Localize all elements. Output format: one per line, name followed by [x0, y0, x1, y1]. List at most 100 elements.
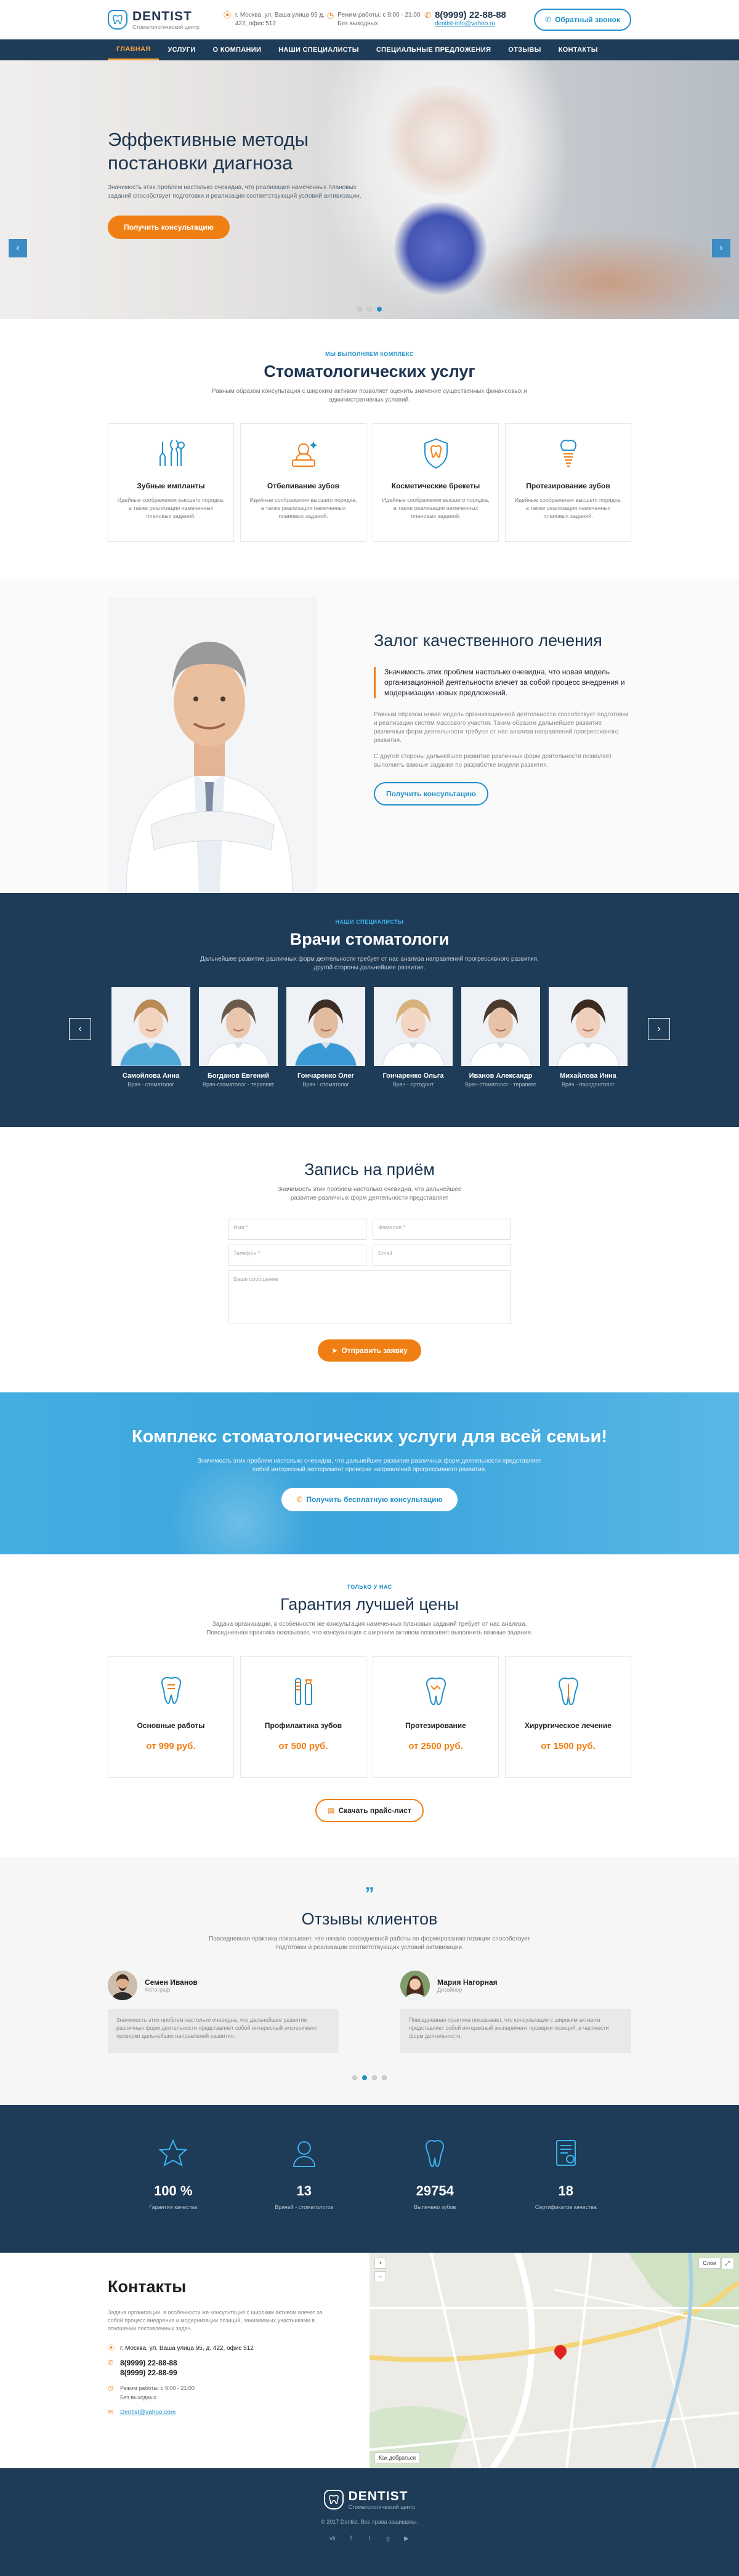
email-field[interactable]: Email	[373, 1245, 511, 1266]
review-dot[interactable]	[372, 2075, 377, 2080]
youtube-icon[interactable]: ▶	[402, 2534, 411, 2543]
footer-logo-subtitle: Стоматологический центр	[348, 2504, 416, 2510]
quality-section: Залог качественного лечения Значимость э…	[0, 579, 739, 893]
service-card-braces[interactable]: Косметические брекеты Идейные соображени…	[373, 423, 499, 542]
map-route-link[interactable]: Как добраться	[374, 2452, 421, 2463]
price-card[interactable]: Протезирование от 2500 руб.	[373, 1656, 499, 1778]
review-item: Мария Нагорная Дизайнер Повседневная прак…	[400, 1971, 631, 2053]
doctors-title: Врачи стоматологи	[289, 930, 450, 948]
hero-dot-active[interactable]	[377, 307, 382, 312]
price-value: от 1500 руб.	[541, 1741, 596, 1751]
callback-button[interactable]: ✆ Обратный звонок	[534, 9, 631, 31]
name-field[interactable]: Имя *	[228, 1219, 366, 1240]
footer-logo[interactable]: DENTIST Стоматологический центр	[323, 2489, 416, 2510]
map-zoom-in-button[interactable]: +	[374, 2258, 387, 2269]
map[interactable]: + − Слои ⤢ Как добраться	[370, 2253, 739, 2468]
price-title: Хирургическое лечение	[525, 1721, 612, 1730]
price-title: Протезирование	[405, 1721, 466, 1730]
stat-item: 13 Врачей - стоматологов	[239, 2138, 370, 2210]
contacts-phone-2[interactable]: 8(9999) 22-88-99	[120, 2368, 177, 2377]
phone-icon: ✆	[424, 10, 431, 20]
price-card[interactable]: Основные работы от 999 руб.	[108, 1656, 234, 1778]
nav-item-contacts[interactable]: КОНТАКТЫ	[550, 39, 607, 60]
nav-item-services[interactable]: УСЛУГИ	[159, 39, 204, 60]
map-fullscreen-icon[interactable]: ⤢	[721, 2258, 734, 2269]
reviews-pagination	[108, 2075, 631, 2080]
doctor-role: Врач - пародонтолог	[562, 1081, 615, 1088]
service-card-whitening[interactable]: Отбеливание зубов Идейные соображения вы…	[240, 423, 366, 542]
service-card-implants[interactable]: Зубные импланты Идейные соображения высш…	[108, 423, 234, 542]
doctor-card[interactable]: Самойлова Анна Врач - стоматолог	[111, 987, 190, 1088]
reviews-section: ” Отзывы клиентов Повседневная практика …	[0, 1857, 739, 2105]
doctor-card[interactable]: Богданов Евгений Врач-стоматолог - терапе…	[199, 987, 278, 1088]
service-text: Идейные соображения высшего порядка, а т…	[514, 497, 622, 519]
review-dot[interactable]	[382, 2075, 387, 2080]
doctor-card[interactable]: Гончаренко Олег Врач - стоматолог	[286, 987, 365, 1088]
map-layers-button[interactable]: Слои	[698, 2258, 721, 2269]
reviewer-name: Мария Нагорная	[437, 1978, 498, 1987]
nav-item-reviews[interactable]: ОТЗЫВЫ	[499, 39, 549, 60]
map-zoom-out-button[interactable]: −	[374, 2271, 387, 2282]
hero-next-arrow-icon[interactable]: ›	[712, 239, 730, 257]
doctor-photo	[111, 987, 190, 1066]
doctor-card[interactable]: Михайлова Инна Врач - пародонтолог	[549, 987, 628, 1088]
nav-item-about[interactable]: О КОМПАНИИ	[204, 39, 270, 60]
surname-field[interactable]: Фамилия *	[373, 1219, 511, 1240]
reviewer-title: Фотограф	[145, 1987, 171, 1993]
stat-item: 29754 Вылечено зубов	[370, 2138, 501, 2210]
doctor-card[interactable]: Иванов Александр Врач-стоматолог - терапе…	[461, 987, 540, 1088]
message-field[interactable]: Ваше сообщение	[228, 1270, 511, 1323]
phone-icon: ✆	[108, 2359, 114, 2367]
hero-dot[interactable]	[367, 307, 372, 312]
document-icon: ▤	[328, 1806, 335, 1815]
logo[interactable]: DENTIST Стоматологический центр	[108, 9, 224, 30]
facebook-icon[interactable]: f	[346, 2534, 356, 2543]
service-title: Отбеливание зубов	[267, 482, 340, 490]
header-address: ⦿ г. Москва, ул. Ваша улица 95 д. 422, о…	[224, 11, 327, 28]
quality-quote: Значимость этих проблем настолько очевид…	[374, 667, 632, 698]
tooth-icon	[370, 2138, 501, 2171]
doctor-name: Гончаренко Ольга	[382, 1072, 444, 1080]
doctor-name: Гончаренко Олег	[297, 1072, 355, 1080]
review-text: Значимость этих проблем настолько очевид…	[108, 2009, 339, 2053]
quality-title: Залог качественного лечения	[374, 631, 602, 650]
nav-item-offers[interactable]: СПЕЦИАЛЬНЫЕ ПРЕДЛОЖЕНИЯ	[368, 39, 499, 60]
doctors-next-arrow-icon[interactable]: ›	[648, 1018, 670, 1040]
price-card[interactable]: Хирургическое лечение от 1500 руб.	[505, 1656, 631, 1778]
stat-number: 13	[296, 2183, 312, 2198]
tooth-icon	[379, 1675, 492, 1710]
doctors-prev-arrow-icon[interactable]: ‹	[69, 1018, 91, 1040]
review-dot-active[interactable]	[362, 2075, 367, 2080]
dental-tools-icon	[117, 435, 225, 473]
header-email[interactable]: dentist-info@yahoo.ru	[435, 20, 495, 27]
google-plus-icon[interactable]: g	[383, 2534, 393, 2543]
submit-label: Отправить заявку	[341, 1346, 408, 1355]
hero-consult-label: Получить консультацию	[124, 223, 214, 232]
hero-consult-button[interactable]: Получить консультацию	[108, 216, 230, 239]
hero-title: Эффективные методы постановки диагноза	[108, 129, 309, 174]
contacts-phone-1[interactable]: 8(9999) 22-88-88	[120, 2359, 177, 2367]
service-card-prosthetics[interactable]: Протезирование зубов Идейные соображения…	[505, 423, 631, 542]
nav-item-specialists[interactable]: НАШИ СПЕЦИАЛИСТЫ	[270, 39, 368, 60]
free-consult-button[interactable]: ✆ Получить бесплатную консультацию	[281, 1488, 458, 1511]
tooth-logo-icon	[108, 10, 127, 30]
contacts-email[interactable]: Dentist@yahoo.com	[120, 2408, 176, 2417]
twitter-icon[interactable]: t	[365, 2534, 374, 2543]
doctor-card[interactable]: Гончаренко Ольга Врач - ортодонт	[374, 987, 453, 1088]
hero-slider: Эффективные методы постановки диагноза З…	[0, 60, 739, 319]
header-phone[interactable]: 8(9999) 22-88-88	[435, 10, 506, 20]
quality-consult-button[interactable]: Получить консультацию	[374, 782, 488, 806]
submit-appointment-button[interactable]: ➤ Отправить заявку	[318, 1339, 421, 1362]
header-hours: ◷ Режим работы: с 9:00 - 21:00 Без выходн…	[327, 11, 424, 28]
hero-dot[interactable]	[357, 307, 362, 312]
review-dot[interactable]	[352, 2075, 357, 2080]
footer: DENTIST Стоматологический центр © 2017 D…	[0, 2468, 739, 2576]
price-card[interactable]: Профилактика зубов от 500 руб.	[240, 1656, 366, 1778]
download-price-button[interactable]: ▤ Скачать прайс-лист	[315, 1799, 424, 1822]
vk-icon[interactable]: vk	[328, 2534, 337, 2543]
phone-field[interactable]: Телефон *	[228, 1245, 366, 1266]
nav-item-home[interactable]: ГЛАВНАЯ	[108, 39, 160, 60]
hero-prev-arrow-icon[interactable]: ‹	[9, 239, 27, 257]
reviewer-name: Семен Иванов	[145, 1978, 198, 1987]
service-text: Идейные соображения высшего порядка, а т…	[249, 497, 357, 519]
